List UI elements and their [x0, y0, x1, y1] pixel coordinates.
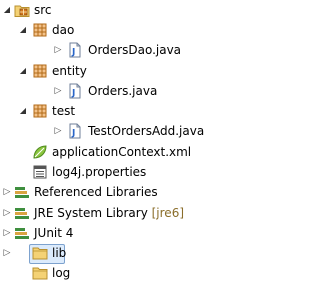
- tree-label-test: test: [52, 104, 76, 118]
- svg-text:J: J: [71, 89, 75, 99]
- tree-label-entity: entity: [52, 64, 87, 78]
- tree-label-log: log: [52, 266, 71, 280]
- tree-label-log4j: log4j.properties: [52, 165, 147, 179]
- tree-label-test-orders-add: TestOrdersAdd.java: [88, 124, 205, 138]
- package-icon: [32, 103, 48, 119]
- tree-label-referenced-libraries: Referenced Libraries: [34, 185, 158, 199]
- collapse-arrow-icon[interactable]: ◢: [18, 101, 28, 121]
- tree-label-lib: lib: [52, 246, 67, 260]
- expand-arrow-icon[interactable]: ▷: [2, 182, 12, 202]
- collapse-arrow-icon[interactable]: ◢: [2, 0, 12, 20]
- expand-arrow-icon[interactable]: ▷: [53, 81, 63, 101]
- expand-arrow-icon[interactable]: ▷: [2, 243, 12, 263]
- spring-leaf-icon: [32, 144, 48, 160]
- tree-label-junit: JUnit 4: [34, 226, 74, 240]
- package-icon: [32, 22, 48, 38]
- tree-label-dao: dao: [52, 23, 75, 37]
- expand-arrow-icon[interactable]: ▷: [2, 203, 12, 223]
- java-file-icon: J: [67, 123, 83, 139]
- properties-file-icon: [32, 164, 48, 180]
- library-icon: [14, 205, 30, 221]
- collapse-arrow-icon[interactable]: ◢: [18, 61, 28, 81]
- library-icon: [14, 225, 30, 241]
- java-file-icon: J: [67, 42, 83, 58]
- svg-text:J: J: [71, 129, 75, 139]
- source-folder-icon: [14, 2, 30, 18]
- package-icon: [32, 63, 48, 79]
- expand-arrow-icon[interactable]: ▷: [53, 40, 63, 60]
- tree-label-application-context: applicationContext.xml: [52, 145, 192, 159]
- tree-label-orders: Orders.java: [88, 84, 158, 98]
- library-icon: [14, 184, 30, 200]
- jre-library-name: JRE System Library: [34, 206, 148, 220]
- jre-version-decoration: [jre6]: [151, 206, 185, 220]
- tree-label-jre-library: JRE System Library [jre6]: [34, 203, 184, 223]
- svg-text:J: J: [71, 48, 75, 58]
- java-file-icon: J: [67, 83, 83, 99]
- folder-icon: [32, 265, 48, 281]
- expand-arrow-icon[interactable]: ▷: [53, 121, 63, 141]
- tree-label-src: src: [34, 3, 52, 17]
- folder-icon: [32, 245, 48, 261]
- project-explorer-tree: ◢ src ◢ dao ▷ J OrdersDao.java ◢ entity …: [0, 0, 255, 283]
- collapse-arrow-icon[interactable]: ◢: [18, 20, 28, 40]
- expand-arrow-icon[interactable]: ▷: [2, 223, 12, 243]
- tree-label-orders-dao: OrdersDao.java: [88, 43, 182, 57]
